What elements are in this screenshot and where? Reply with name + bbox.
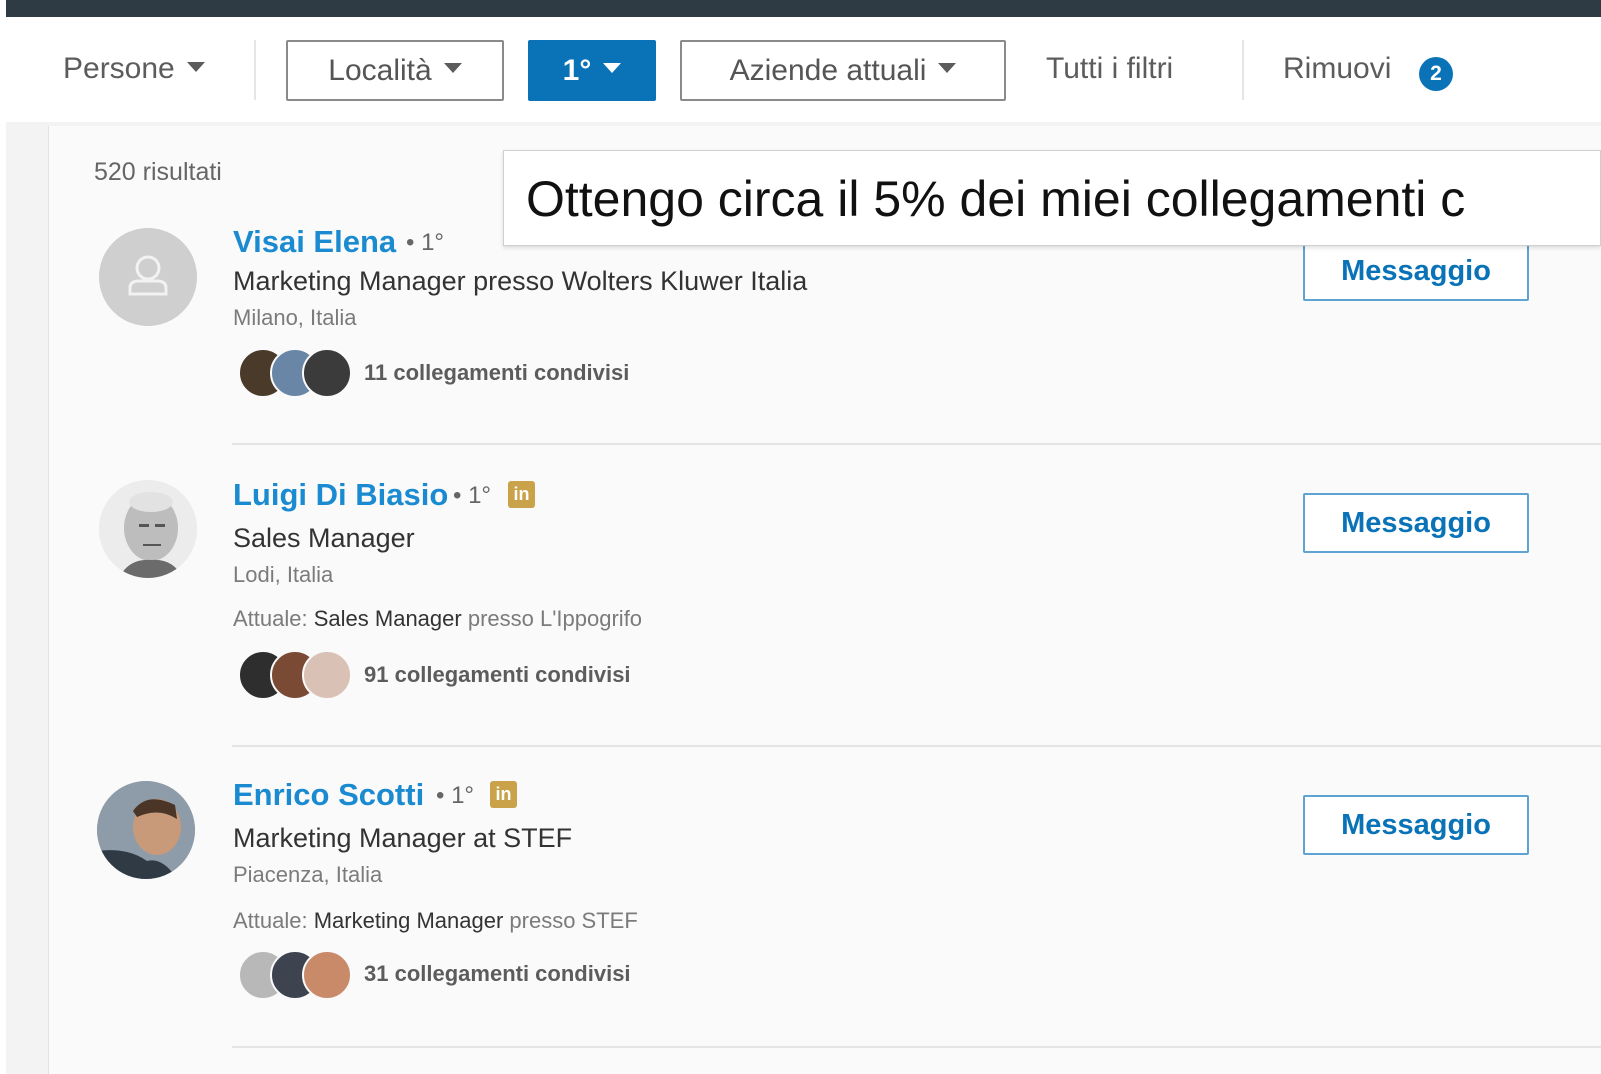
profile-headline: Marketing Manager at STEF	[233, 823, 573, 853]
shared-connection-avatar	[302, 950, 352, 1000]
message-button[interactable]: Messaggio	[1303, 493, 1529, 553]
shared-connections-link[interactable]: 91 collegamenti condivisi	[364, 662, 631, 688]
remove-filters-link[interactable]: Rimuovi	[1283, 52, 1391, 86]
caret-down-icon	[186, 62, 205, 73]
profile-location: Lodi, Italia	[233, 562, 334, 587]
window-top-strip	[6, 0, 1601, 17]
remove-count-badge: 2	[1419, 57, 1453, 91]
shared-connections-link[interactable]: 11 collegamenti condivisi	[364, 360, 629, 386]
profile-photo	[97, 781, 195, 879]
linkedin-premium-icon: in	[490, 781, 517, 808]
current-company: presso STEF	[509, 908, 638, 933]
result-divider	[232, 443, 1601, 445]
connection-degree: • 1°	[436, 782, 475, 809]
current-label: Attuale:	[233, 908, 308, 933]
message-button[interactable]: Messaggio	[1303, 241, 1529, 301]
avatar[interactable]	[99, 480, 197, 578]
shared-connection-avatar	[302, 650, 352, 700]
people-filter-dropdown[interactable]: Persone	[63, 52, 205, 86]
shared-connections-avatars[interactable]	[238, 650, 352, 700]
caption-overlay: Ottengo circa il 5% dei miei collegament…	[503, 150, 1601, 246]
message-button[interactable]: Messaggio	[1303, 795, 1529, 855]
profile-location: Piacenza, Italia	[233, 862, 383, 887]
connection-degree: • 1°	[453, 482, 492, 509]
shared-connections-avatars[interactable]	[238, 348, 352, 398]
current-label: Attuale:	[233, 606, 308, 631]
avatar[interactable]	[99, 228, 197, 326]
current-position: Attuale: Marketing Manager presso STEF	[233, 908, 638, 934]
shared-connections-avatars[interactable]	[238, 950, 352, 1000]
linkedin-premium-icon: in	[508, 481, 535, 508]
profile-name-link[interactable]: Visai Elena	[233, 224, 396, 260]
profile-headline: Marketing Manager presso Wolters Kluwer …	[233, 266, 808, 296]
connections-filter-button[interactable]: 1°	[528, 40, 656, 101]
shared-connections-link[interactable]: 31 collegamenti condivisi	[364, 961, 631, 987]
caret-down-icon	[443, 62, 462, 73]
connections-filter-label: 1°	[562, 53, 592, 87]
current-role: Marketing Manager	[313, 908, 504, 933]
location-filter-label: Località	[328, 53, 432, 87]
current-companies-filter-button[interactable]: Aziende attuali	[680, 40, 1006, 101]
current-companies-filter-label: Aziende attuali	[729, 53, 927, 87]
shared-connection-avatar	[302, 348, 352, 398]
results-count: 520 risultati	[94, 158, 222, 186]
profile-name-link[interactable]: Luigi Di Biasio	[233, 477, 448, 513]
current-company: presso L'Ippogrifo	[467, 606, 643, 631]
all-filters-link[interactable]: Tutti i filtri	[1046, 52, 1173, 86]
caret-down-icon	[603, 62, 622, 73]
profile-location: Milano, Italia	[233, 305, 357, 330]
people-filter-label: Persone	[63, 52, 175, 85]
profile-photo	[99, 480, 197, 578]
profile-name-link[interactable]: Enrico Scotti	[233, 777, 424, 813]
current-role: Sales Manager	[313, 606, 462, 631]
current-position: Attuale: Sales Manager presso L'Ippogrif…	[233, 606, 642, 632]
person-placeholder-icon	[99, 228, 197, 326]
profile-headline: Sales Manager	[233, 523, 415, 553]
filter-separator	[254, 40, 256, 100]
connection-degree: • 1°	[406, 229, 445, 256]
result-divider	[232, 745, 1601, 747]
filter-separator	[1242, 40, 1244, 100]
result-divider	[232, 1046, 1601, 1048]
avatar[interactable]	[97, 781, 195, 879]
caret-down-icon	[938, 62, 957, 73]
location-filter-button[interactable]: Località	[286, 40, 504, 101]
